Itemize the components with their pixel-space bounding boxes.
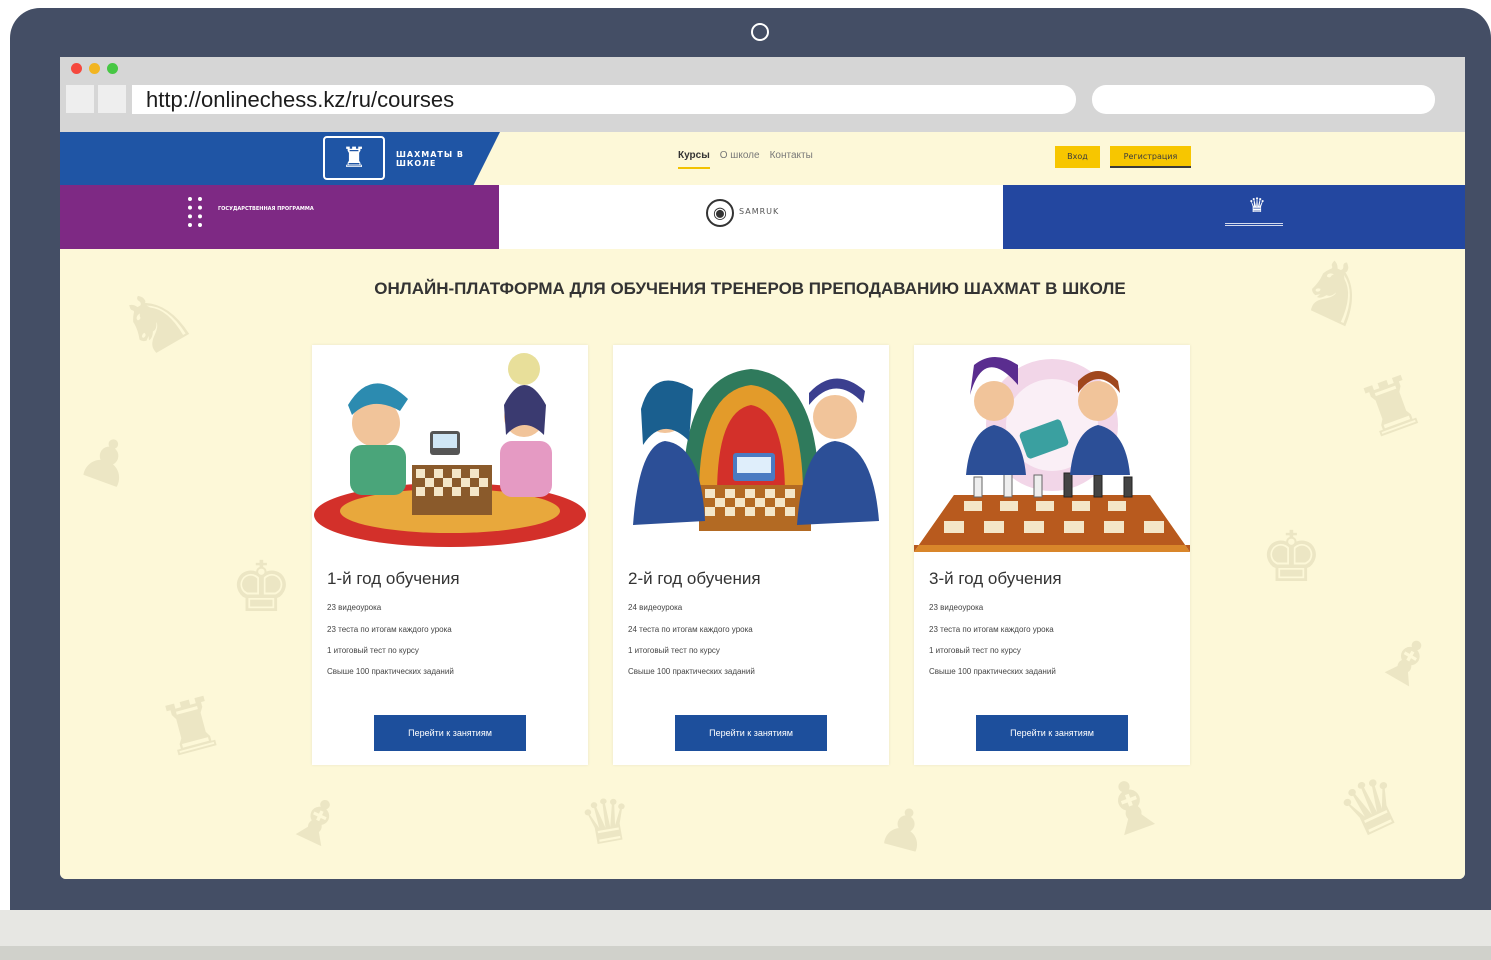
camera-icon	[751, 23, 769, 41]
back-button[interactable]	[66, 85, 94, 113]
nav-item-courses[interactable]: Курсы	[678, 150, 710, 169]
minimize-window-icon[interactable]	[89, 63, 100, 74]
background-bishop-icon: ♝	[1087, 757, 1175, 857]
background-bishop-icon: ♝	[1366, 618, 1448, 706]
course-feature: 24 теста по итогам каждого урока	[628, 625, 753, 634]
background-queen-icon: ♛	[1325, 756, 1418, 858]
course-card: 1-й год обучения 23 видеоурока 23 теста …	[312, 345, 588, 765]
go-to-lessons-button[interactable]: Перейти к занятиям	[675, 715, 827, 751]
background-rook-icon: ♜	[1347, 357, 1435, 457]
browser-toolbar: http://onlinechess.kz/ru/courses	[60, 57, 1465, 132]
course-feature: 1 итоговый тест по курсу	[327, 646, 419, 655]
course-title: 1-й год обучения	[327, 569, 460, 588]
background-king-icon: ♚	[230, 546, 293, 628]
site-logo-block[interactable]: ♜ ШАХМАТЫ В ШКОЛЕ	[60, 132, 500, 185]
course-title: 2-й год обучения	[628, 569, 761, 588]
web-page: ♞ ♟ ♚ ♜ ♝ ♛ ♟ ♝ ♞ ♜ ♚ ♝ ♛ ♜ ШАХМАТЫ В ШК…	[60, 132, 1465, 879]
course-card: 3-й год обучения 23 видеоурока 23 теста …	[914, 345, 1190, 765]
samruk-logo-icon: ◉	[706, 199, 734, 227]
state-program-logo-icon	[188, 197, 202, 227]
background-queen-icon: ♛	[574, 782, 640, 862]
partner-banner-left[interactable]: ГОСУДАРСТВЕННАЯ ПРОГРАММА	[60, 185, 499, 249]
partner-banner-center[interactable]: ◉ SAMRUK	[499, 185, 1003, 249]
nav-item-about[interactable]: О школе	[720, 150, 760, 169]
login-button[interactable]: Вход	[1055, 146, 1100, 168]
course-feature: 23 видеоурока	[327, 603, 382, 612]
chess-book-logo-icon: ♜	[323, 136, 385, 180]
register-button[interactable]: Регистрация	[1110, 146, 1191, 168]
course-illustration	[312, 345, 588, 552]
laptop-base-edge	[0, 946, 1491, 960]
forward-button[interactable]	[98, 85, 126, 113]
site-logo-text: ШАХМАТЫ В ШКОЛЕ	[396, 150, 465, 168]
partner-center-text: SAMRUK	[739, 207, 780, 216]
background-pawn-icon: ♟	[872, 791, 937, 867]
background-king-icon: ♚	[1260, 516, 1323, 598]
course-feature: 1 итоговый тест по курсу	[628, 646, 720, 655]
course-illustration	[613, 345, 889, 552]
search-input[interactable]	[1092, 85, 1435, 114]
course-feature: 1 итоговый тест по курсу	[929, 646, 1021, 655]
partner-left-text: ГОСУДАРСТВЕННАЯ ПРОГРАММА	[218, 206, 314, 212]
nav-item-contacts[interactable]: Контакты	[770, 150, 813, 169]
main-nav: Курсы О школе Контакты	[678, 150, 813, 169]
browser-window: http://onlinechess.kz/ru/courses ♞ ♟ ♚ ♜…	[60, 57, 1465, 879]
course-feature: Свыше 100 практических заданий	[929, 667, 1056, 676]
course-feature: 24 видеоурока	[628, 603, 683, 612]
background-pawn-icon: ♟	[69, 419, 145, 505]
federation-logo-icon: ♛	[1248, 193, 1266, 217]
course-feature: 23 теста по итогам каждого урока	[929, 625, 1054, 634]
course-illustration	[914, 345, 1190, 552]
go-to-lessons-button[interactable]: Перейти к занятиям	[374, 715, 526, 751]
laptop-base	[0, 910, 1491, 946]
background-rook-icon: ♜	[150, 679, 233, 775]
close-window-icon[interactable]	[71, 63, 82, 74]
course-feature: Свыше 100 практических заданий	[327, 667, 454, 676]
federation-logo-lines	[1225, 223, 1283, 226]
partner-banner-right[interactable]: ♛	[1003, 185, 1465, 249]
course-feature: 23 видеоурока	[929, 603, 984, 612]
address-bar[interactable]: http://onlinechess.kz/ru/courses	[132, 85, 1076, 114]
maximize-window-icon[interactable]	[107, 63, 118, 74]
course-card: 2-й год обучения 24 видеоурока 24 теста …	[613, 345, 889, 765]
background-bishop-icon: ♝	[277, 778, 357, 866]
course-feature: Свыше 100 практических заданий	[628, 667, 755, 676]
course-title: 3-й год обучения	[929, 569, 1062, 588]
go-to-lessons-button[interactable]: Перейти к занятиям	[976, 715, 1128, 751]
page-title: ОНЛАЙН-ПЛАТФОРМА ДЛЯ ОБУЧЕНИЯ ТРЕНЕРОВ П…	[374, 279, 1126, 298]
course-feature: 23 теста по итогам каждого урока	[327, 625, 452, 634]
